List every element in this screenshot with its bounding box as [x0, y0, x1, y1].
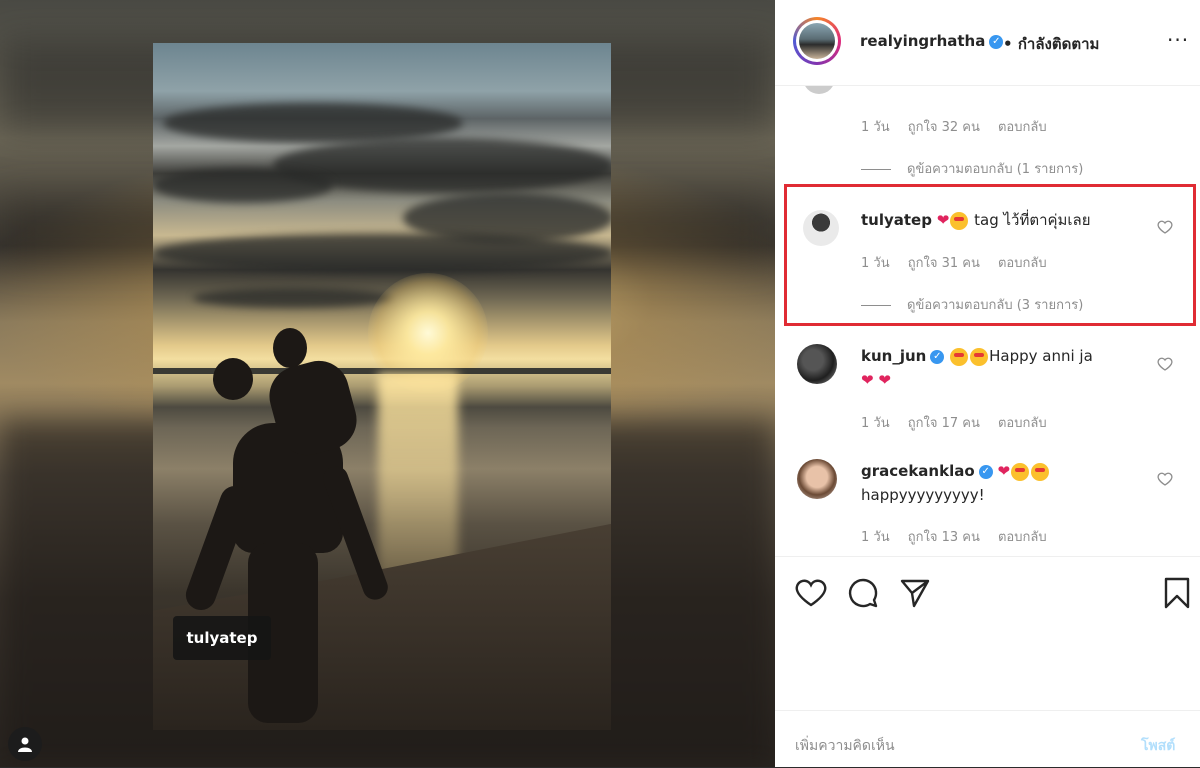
- comment-meta: 1 วัน ถูกใจ 32 คน ตอบกลับ: [861, 116, 1061, 137]
- avatar[interactable]: [797, 459, 837, 499]
- reply-button[interactable]: ตอบกลับ: [998, 120, 1047, 135]
- star-struck-emoji-icon: [1031, 462, 1050, 481]
- post-side-panel: realyingrhatha ✓ • กำลังติดตาม ··· 1 วัน …: [775, 0, 1200, 767]
- share-icon[interactable]: [899, 577, 931, 609]
- comment-likes[interactable]: ถูกใจ 17 คน: [908, 416, 980, 431]
- author-avatar[interactable]: [793, 17, 841, 65]
- comment-time[interactable]: 1 วัน: [861, 120, 890, 135]
- avatar[interactable]: [797, 344, 837, 384]
- more-options-icon[interactable]: ···: [1167, 28, 1189, 52]
- comment-body: kun_jun ✓ Happy anni ja ❤ ❤: [861, 344, 1151, 392]
- post-header: realyingrhatha ✓ • กำลังติดตาม ···: [775, 0, 1200, 86]
- comment-likes[interactable]: ถูกใจ 32 คน: [908, 120, 980, 135]
- highlight-box: [784, 184, 1196, 326]
- star-struck-emoji-icon: [970, 347, 989, 366]
- view-replies-label[interactable]: ดูข้อความตอบกลับ (1 รายการ): [907, 162, 1083, 177]
- comment-body: gracekanklao ✓ ❤ happyyyyyyyyy!: [861, 459, 1151, 507]
- separator-dot: •: [1003, 35, 1013, 53]
- comment-username[interactable]: kun_jun: [861, 347, 926, 365]
- comment-username[interactable]: gracekanklao: [861, 462, 975, 480]
- photo-backdrop: tulyatep: [0, 0, 775, 767]
- view-replies[interactable]: ดูข้อความตอบกลับ (1 รายการ): [861, 158, 1083, 179]
- like-heart-icon[interactable]: [795, 577, 827, 609]
- comment-time[interactable]: 1 วัน: [861, 416, 890, 431]
- verified-icon: ✓: [978, 464, 993, 479]
- comment-text: happyyyyyyyyy!: [861, 486, 985, 504]
- tagged-users-button[interactable]: [8, 727, 42, 761]
- comment-meta: 1 วัน ถูกใจ 17 คน ตอบกลับ: [861, 412, 1061, 433]
- comment-time[interactable]: 1 วัน: [861, 530, 890, 545]
- avatar[interactable]: [803, 86, 835, 94]
- like-comment-icon[interactable]: [1157, 471, 1173, 487]
- reply-button[interactable]: ตอบกลับ: [998, 530, 1047, 545]
- like-comment-icon[interactable]: [1157, 356, 1173, 372]
- reply-button[interactable]: ตอบกลับ: [998, 416, 1047, 431]
- verified-icon: ✓: [930, 349, 945, 364]
- star-struck-emoji-icon: [950, 347, 969, 366]
- bookmark-icon[interactable]: [1161, 577, 1193, 609]
- comment-text: Happy anni ja: [989, 347, 1093, 365]
- post-actions: [775, 556, 1200, 627]
- heart-emoji-icon: ❤ ❤: [861, 371, 891, 389]
- comment-composer: เพิ่มความคิดเห็น โพสต์: [775, 710, 1200, 768]
- comment-likes[interactable]: ถูกใจ 13 คน: [908, 530, 980, 545]
- comment-icon[interactable]: [847, 577, 879, 609]
- add-comment-input[interactable]: เพิ่มความคิดเห็น: [795, 735, 895, 757]
- user-icon: [18, 737, 32, 752]
- heart-emoji-icon: ❤: [997, 462, 1011, 480]
- post-comment-button[interactable]: โพสต์: [1141, 735, 1175, 757]
- author-username[interactable]: realyingrhatha ✓: [860, 32, 1004, 50]
- comment-meta: 1 วัน ถูกใจ 13 คน ตอบกลับ: [861, 526, 1061, 547]
- follow-status[interactable]: • กำลังติดตาม: [1003, 32, 1099, 56]
- verified-icon: ✓: [989, 34, 1004, 49]
- author-username-text[interactable]: realyingrhatha: [860, 32, 985, 50]
- photo-user-tag[interactable]: tulyatep: [173, 616, 271, 660]
- follow-status-label[interactable]: กำลังติดตาม: [1018, 35, 1100, 53]
- kiss-emoji-icon: [1011, 462, 1030, 481]
